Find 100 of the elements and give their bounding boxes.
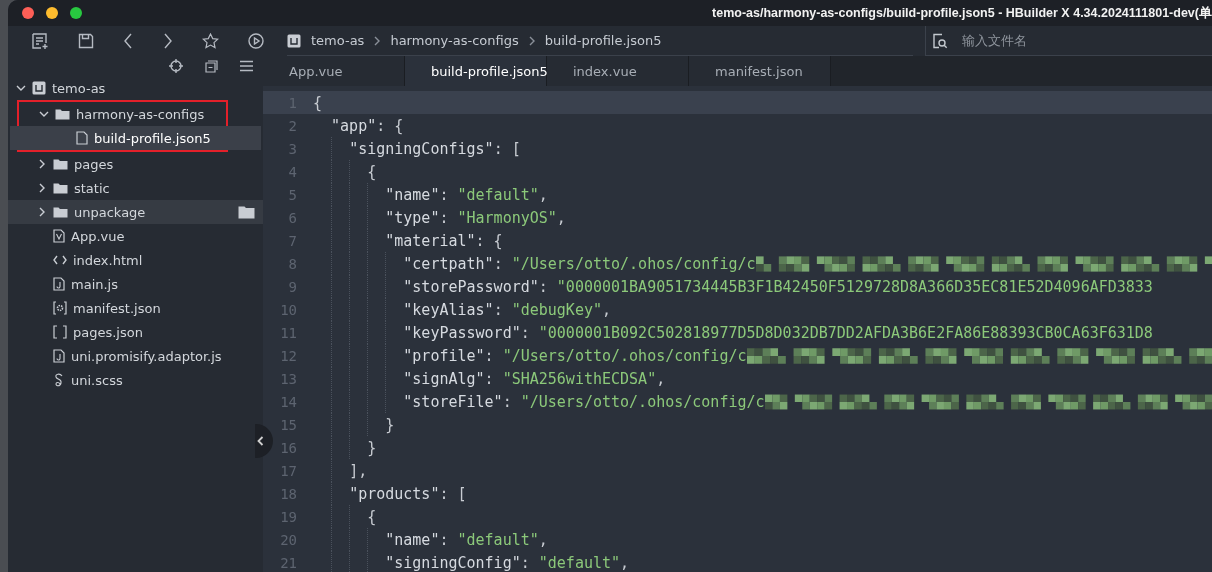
code-string: "default"	[457, 530, 539, 549]
minimize-button[interactable]	[46, 7, 58, 19]
code-key: "signingConfig"	[385, 553, 521, 572]
code-punctuation: : [	[493, 139, 521, 158]
run-button[interactable]	[246, 31, 267, 51]
file-tree-item[interactable]: harmony-as-configs	[10, 102, 261, 126]
code-string: "HarmonyOS"	[457, 208, 557, 227]
code-key: "app"	[331, 116, 377, 135]
chevron-down-icon[interactable]	[39, 111, 49, 117]
file-tree-item[interactable]: temo-as	[8, 76, 263, 100]
chevron-right-icon[interactable]	[39, 207, 45, 217]
file-tree-item[interactable]: pages	[8, 152, 263, 176]
star-icon	[201, 33, 219, 49]
window-title: temo-as/harmony-as-configs/build-profile.json5 - HBuilder X 4.34.2024111801-dev(单	[712, 4, 1212, 22]
editor-tab[interactable]: build-profile.json5	[405, 56, 547, 86]
zoom-button[interactable]	[70, 7, 82, 19]
file-tree-item[interactable]: unpackage	[8, 200, 263, 224]
folder-icon	[53, 182, 68, 194]
code-string: "default"	[538, 553, 621, 572]
breadcrumb-item[interactable]: harmony-as-configs	[390, 33, 519, 48]
file-tree-item[interactable]: main.js	[8, 272, 263, 296]
file-tree-item[interactable]: manifest.json	[8, 296, 263, 320]
code-punctuation: : {	[475, 231, 503, 250]
save-button[interactable]	[76, 31, 96, 51]
code-punctuation: :	[520, 553, 531, 572]
js-file-icon	[53, 349, 65, 363]
code-string: "default"	[457, 185, 539, 204]
breadcrumb-item[interactable]: temo-as	[311, 33, 365, 48]
crosshair-icon	[169, 59, 183, 73]
collapse-icon	[205, 59, 218, 73]
code-punctuation: : [	[439, 484, 467, 503]
code-punctuation: :	[439, 185, 450, 204]
code-string: "0000001BA9051734445B3F1B42450F5129728D8A366D35EC81E52D4096AFD3833	[556, 277, 1153, 296]
code-key: "material"	[385, 231, 476, 250]
file-tree-item[interactable]: static	[8, 176, 263, 200]
code-punctuation: :	[538, 277, 549, 296]
save-icon	[78, 33, 94, 49]
code-string: "SHA256withECDSA"	[502, 369, 657, 388]
code-punctuation: {	[313, 93, 323, 112]
editor-tab[interactable]: App.vue	[263, 56, 405, 86]
code-key: "name"	[385, 530, 440, 549]
chevron-right-icon[interactable]	[39, 183, 45, 193]
code-string: "/Users/otto/.ohos/config/c	[520, 392, 765, 411]
collapse-sidebar-button[interactable]	[255, 424, 273, 458]
chevron-left-icon	[257, 436, 264, 446]
chevron-right-icon[interactable]	[39, 159, 45, 169]
code-key: "storePassword"	[403, 277, 539, 296]
menu-button[interactable]	[238, 58, 255, 74]
code-key: "name"	[385, 185, 440, 204]
code-string: "debugKey"	[511, 300, 602, 319]
play-icon	[248, 33, 265, 49]
chevron-left-icon	[123, 33, 134, 49]
code-key: "keyPassword"	[403, 323, 521, 342]
locate-button[interactable]	[167, 57, 185, 75]
folder-icon[interactable]	[238, 205, 255, 219]
code-punctuation: :	[484, 369, 495, 388]
search-input[interactable]: 输入文件名	[960, 32, 1164, 49]
chevron-right-icon	[528, 35, 535, 46]
code-string: "/Users/otto/.ohos/config/c	[502, 346, 747, 365]
code-punctuation: ],	[349, 461, 368, 480]
file-tree-item[interactable]: build-profile.json5	[10, 126, 261, 150]
code-key: "keyAlias"	[403, 300, 494, 319]
folder-icon	[53, 158, 68, 170]
file-tree-item[interactable]: App.vue	[8, 224, 263, 248]
brackets-icon	[53, 325, 67, 339]
scss-file-icon	[53, 373, 65, 387]
chevron-down-icon[interactable]	[16, 85, 26, 91]
editor-tab[interactable]: index.vue	[547, 56, 689, 86]
code-punctuation: ,	[538, 530, 548, 549]
breadcrumb-item[interactable]: build-profile.json5	[544, 33, 662, 48]
chevron-right-icon	[374, 35, 381, 46]
code-key: "signAlg"	[403, 369, 485, 388]
search-icon	[932, 32, 948, 49]
code-punctuation: :	[502, 392, 513, 411]
code-punctuation: :	[439, 208, 450, 227]
close-button[interactable]	[22, 7, 34, 19]
file-tree-item[interactable]: uni.promisify.adaptor.js	[8, 344, 263, 368]
code-punctuation: :	[439, 530, 450, 549]
code-punctuation: {	[367, 507, 377, 526]
code-punctuation: :	[520, 323, 531, 342]
collapse-all-button[interactable]	[203, 57, 220, 75]
code-punctuation: : {	[376, 116, 404, 135]
code-icon	[53, 255, 67, 265]
code-key: "signingConfigs"	[349, 139, 494, 158]
code-punctuation: ,	[538, 185, 548, 204]
file-tree-item[interactable]: pages.json	[8, 320, 263, 344]
js-file-icon	[53, 277, 65, 291]
project-icon	[287, 33, 301, 48]
file-tree-item[interactable]: uni.scss	[8, 368, 263, 392]
code-key: "certpath"	[403, 254, 494, 273]
code-key: "storeFile"	[403, 392, 503, 411]
project-icon	[32, 81, 46, 95]
folder-icon	[53, 206, 68, 218]
editor-tab[interactable]: manifest.json	[689, 56, 831, 86]
code-punctuation: ,	[620, 553, 630, 572]
file-icon	[76, 131, 88, 145]
code-key: "products"	[349, 484, 440, 503]
folder-icon	[55, 108, 70, 120]
settings-file-icon	[53, 301, 67, 315]
file-tree-item[interactable]: index.html	[8, 248, 263, 272]
